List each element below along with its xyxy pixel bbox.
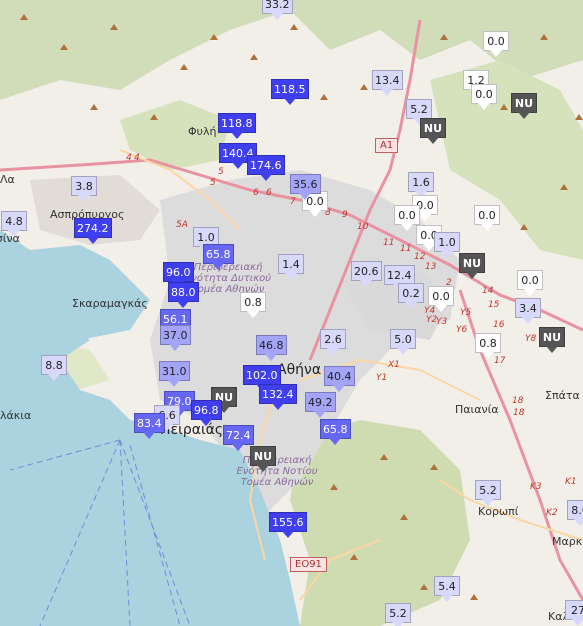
station-marker[interactable]: 5.4	[434, 576, 460, 602]
station-marker[interactable]: 274.2	[74, 218, 112, 244]
station-marker[interactable]: 46.8	[256, 335, 287, 361]
junction-label: Y8	[525, 334, 537, 344]
junction-label: K1	[565, 477, 577, 487]
junction-label: K2	[546, 508, 558, 518]
map-canvas[interactable]: Φυλή Ασπρόπυργος Σκαραμαγκάς Αθήνα Πειρα…	[0, 0, 583, 626]
station-marker[interactable]: 0.8	[240, 292, 266, 318]
station-marker[interactable]: 96.8	[191, 400, 222, 426]
station-marker[interactable]: 3.8	[71, 176, 97, 202]
station-marker[interactable]: 4.8	[1, 211, 27, 237]
station-marker[interactable]: 132.4	[259, 384, 297, 410]
station-marker[interactable]: 8.8	[41, 355, 67, 381]
station-marker[interactable]: 155.6	[269, 512, 307, 538]
station-marker[interactable]: 1.6	[408, 172, 434, 198]
station-marker[interactable]: 88.0	[168, 282, 199, 308]
junction-label: K3	[530, 482, 542, 492]
station-marker-nu[interactable]: NU	[420, 118, 446, 144]
station-marker[interactable]: 0.8	[475, 333, 501, 359]
junction-label: 9	[342, 210, 348, 220]
station-marker[interactable]: 118.5	[271, 79, 309, 105]
junction-label: 11	[400, 244, 412, 254]
station-marker[interactable]: 0.0	[483, 31, 509, 57]
junction-label: 18	[513, 408, 525, 418]
station-marker[interactable]: 0.0	[517, 270, 543, 296]
junction-label: 18	[512, 396, 524, 406]
junction-label: Y1	[376, 373, 388, 383]
junction-label: X1	[388, 360, 400, 370]
junction-label: Y3	[436, 317, 448, 327]
junction-label: 17	[494, 356, 506, 366]
station-marker[interactable]: 40.4	[324, 366, 355, 392]
junction-label: 15	[488, 300, 500, 310]
station-marker[interactable]: 0.0	[474, 205, 500, 231]
station-marker-nu[interactable]: NU	[539, 327, 565, 353]
junction-label: 10	[357, 222, 369, 232]
station-marker[interactable]: 83.4	[134, 413, 165, 439]
junction-label: 12	[414, 252, 426, 262]
junction-label: 4	[134, 153, 140, 163]
junction-label: 6	[266, 188, 272, 198]
junction-label: 13	[425, 262, 437, 272]
station-marker[interactable]: 1.4	[278, 254, 304, 280]
junction-label: 5	[210, 178, 216, 188]
station-marker[interactable]: 96.0	[163, 262, 194, 288]
station-marker[interactable]: 13.4	[372, 70, 403, 96]
station-marker[interactable]: 20.6	[351, 261, 382, 287]
station-marker[interactable]: 37.0	[160, 325, 191, 351]
station-marker-nu[interactable]: NU	[459, 253, 485, 279]
station-marker[interactable]: 0.0	[428, 286, 454, 312]
station-marker[interactable]: 65.8	[320, 419, 351, 445]
junction-label: 11	[383, 238, 395, 248]
station-marker[interactable]: 65.8	[203, 244, 234, 270]
junction-label: 5	[218, 167, 224, 177]
junction-label: 5A	[176, 220, 188, 230]
junction-label: 6	[253, 188, 259, 198]
station-marker[interactable]: 2.6	[320, 329, 346, 355]
station-marker[interactable]: 5.0	[390, 329, 416, 355]
station-marker[interactable]: 1.0	[434, 232, 460, 258]
road-shield: EO91	[290, 557, 327, 572]
station-marker[interactable]: 33.2	[262, 0, 293, 20]
station-marker[interactable]: 12.4	[384, 265, 415, 291]
station-marker[interactable]: 5.2	[475, 480, 501, 506]
station-marker[interactable]: 0.0	[394, 205, 420, 231]
junction-label: 14	[482, 286, 494, 296]
station-marker[interactable]: 49.2	[305, 392, 336, 418]
station-marker[interactable]: 5.2	[385, 603, 411, 626]
junction-label: Y5	[460, 308, 472, 318]
junction-label: 16	[493, 320, 505, 330]
junction-label: 7	[290, 197, 296, 207]
station-marker-nu[interactable]: NU	[511, 93, 537, 119]
road-shield: A1	[375, 138, 399, 153]
station-marker[interactable]: 35.6	[290, 174, 321, 200]
station-marker[interactable]: 72.4	[223, 425, 254, 451]
station-marker[interactable]: 174.6	[247, 155, 285, 181]
station-marker[interactable]: 3.4	[515, 298, 541, 324]
junction-label: 4	[126, 153, 132, 163]
station-marker[interactable]: 0.0	[471, 84, 497, 110]
station-marker[interactable]: 27	[565, 600, 583, 626]
station-marker[interactable]: 118.8	[218, 113, 256, 139]
station-marker[interactable]: 8.6	[567, 500, 583, 526]
station-marker[interactable]: 31.0	[159, 361, 190, 387]
station-marker-nu[interactable]: NU	[250, 446, 276, 472]
station-marker[interactable]: 102.0	[243, 365, 281, 391]
station-marker[interactable]: 5.2	[406, 99, 432, 125]
junction-label: Y4	[424, 306, 436, 316]
station-marker[interactable]: 0.2	[398, 283, 424, 309]
junction-label: Y6	[456, 325, 468, 335]
